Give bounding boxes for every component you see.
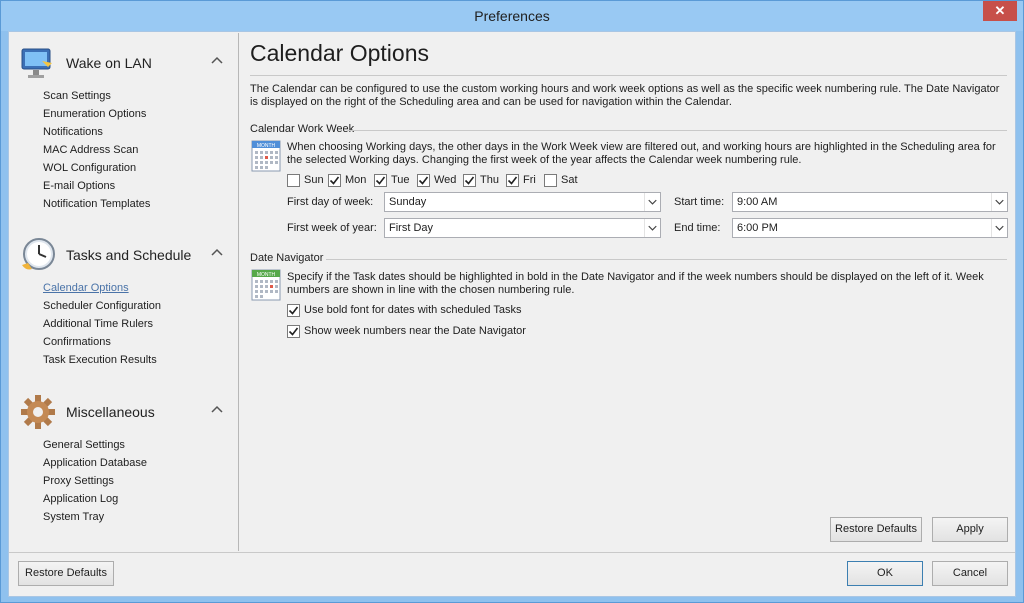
calendar-icon: MONTH [251,269,281,301]
preferences-window: Preferences ✕ Wake on LAN Scan Settings … [0,0,1024,603]
main-panel: Calendar Options The Calendar can be con… [241,33,1015,551]
sidebar-item-wol-configuration[interactable]: WOL Configuration [10,159,239,177]
monitor-icon [21,48,52,78]
checkbox[interactable] [544,174,557,187]
footer-restore-defaults-button[interactable]: Restore Defaults [18,561,114,586]
day-label: Wed [434,174,457,186]
sidebar-item-system-tray[interactable]: System Tray [10,508,239,526]
day-label: Tue [391,174,410,186]
sidebar-item-confirmations[interactable]: Confirmations [10,333,239,351]
chevron-up-icon[interactable] [211,55,223,67]
first-week-value: First Day [389,222,433,234]
day-label: Sat [561,174,578,186]
group-header-tasks-and-schedule[interactable]: Tasks and Schedule [10,231,239,277]
chevron-down-icon[interactable] [644,193,660,211]
first-week-select[interactable]: First Day [384,218,661,238]
section-divider [347,130,1007,131]
work-week-description: When choosing Working days, the other da… [287,141,996,166]
clock-icon [22,238,55,270]
sidebar-item-scheduler-configuration[interactable]: Scheduler Configuration [10,297,239,315]
section-title-date-navigator: Date Navigator [250,252,324,264]
sidebar-item-notification-templates[interactable]: Notification Templates [10,195,239,213]
cancel-button[interactable]: Cancel [932,561,1008,586]
checkbox[interactable] [374,174,387,187]
first-day-select[interactable]: Sunday [384,192,661,212]
close-button[interactable]: ✕ [983,1,1017,21]
group-title-miscellaneous: Miscellaneous [66,404,155,420]
footer-divider [9,552,1015,553]
bold-dates-checkbox[interactable] [287,304,300,317]
first-day-label: First day of week: [287,196,374,208]
calendar-month-label: MONTH [257,272,276,278]
sidebar-item-general-settings[interactable]: General Settings [10,436,239,454]
page-description: The Calendar can be configured to use th… [250,83,1000,108]
sidebar-item-notifications[interactable]: Notifications [10,123,239,141]
chevron-down-icon[interactable] [644,219,660,237]
week-numbers-label: Show week numbers near the Date Navigato… [304,325,526,337]
apply-button[interactable]: Apply [932,517,1008,542]
start-time-value: 9:00 AM [737,196,778,208]
title-divider [250,75,1007,76]
sidebar-item-additional-time-rulers[interactable]: Additional Time Rulers [10,315,239,333]
checkbox[interactable] [506,174,519,187]
sidebar-item-enumeration-options[interactable]: Enumeration Options [10,105,239,123]
checkbox[interactable] [287,174,300,187]
start-time-select[interactable]: 9:00 AM [732,192,1008,212]
chevron-down-icon[interactable] [991,219,1007,237]
group-header-wake-on-lan[interactable]: Wake on LAN [10,39,239,85]
sidebar-item-application-database[interactable]: Application Database [10,454,239,472]
window-title: Preferences [474,8,550,24]
chevron-down-icon[interactable] [991,193,1007,211]
first-day-value: Sunday [389,196,427,208]
section-title-work-week: Calendar Work Week [250,123,355,135]
calendar-icon: MONTH [251,140,281,172]
bold-dates-label: Use bold font for dates with scheduled T… [304,304,522,316]
client-area: Wake on LAN Scan Settings Enumeration Op… [8,31,1016,597]
sidebar-item-proxy-settings[interactable]: Proxy Settings [10,472,239,490]
sidebar: Wake on LAN Scan Settings Enumeration Op… [10,33,239,551]
sidebar-group-wake-on-lan: Wake on LAN Scan Settings Enumeration Op… [10,39,239,213]
sidebar-item-application-log[interactable]: Application Log [10,490,239,508]
start-time-label: Start time: [674,196,725,208]
gear-icon [21,395,55,429]
sidebar-item-calendar-options[interactable]: Calendar Options [10,279,239,297]
day-label: Sun [304,174,324,186]
ok-button[interactable]: OK [847,561,923,586]
sidebar-item-email-options[interactable]: E-mail Options [10,177,239,195]
chevron-up-icon[interactable] [211,404,223,416]
group-title-wake-on-lan: Wake on LAN [66,55,152,71]
title-bar[interactable]: Preferences ✕ [1,1,1023,31]
chevron-up-icon[interactable] [211,247,223,259]
group-header-miscellaneous[interactable]: Miscellaneous [10,388,239,434]
checkbox[interactable] [463,174,476,187]
day-label: Fri [523,174,536,186]
end-time-select[interactable]: 6:00 PM [732,218,1008,238]
week-numbers-checkbox[interactable] [287,325,300,338]
sidebar-item-mac-address-scan[interactable]: MAC Address Scan [10,141,239,159]
day-label: Thu [480,174,499,186]
end-time-label: End time: [674,222,721,234]
calendar-month-label: MONTH [257,143,276,149]
group-title-tasks-and-schedule: Tasks and Schedule [66,247,192,263]
checkbox[interactable] [328,174,341,187]
first-week-label: First week of year: [287,222,377,234]
end-time-value: 6:00 PM [737,222,778,234]
day-label: Mon [345,174,367,186]
sidebar-item-scan-settings[interactable]: Scan Settings [10,87,239,105]
sidebar-item-task-execution-results[interactable]: Task Execution Results [10,351,239,369]
sidebar-group-miscellaneous: Miscellaneous General Settings Applicati… [10,388,239,526]
date-navigator-description: Specify if the Task dates should be high… [287,271,984,296]
page-title: Calendar Options [250,40,429,66]
checkbox[interactable] [417,174,430,187]
sidebar-group-tasks-and-schedule: Tasks and Schedule Calendar Options Sche… [10,231,239,369]
restore-defaults-button[interactable]: Restore Defaults [830,517,922,542]
section-divider [326,259,1007,260]
